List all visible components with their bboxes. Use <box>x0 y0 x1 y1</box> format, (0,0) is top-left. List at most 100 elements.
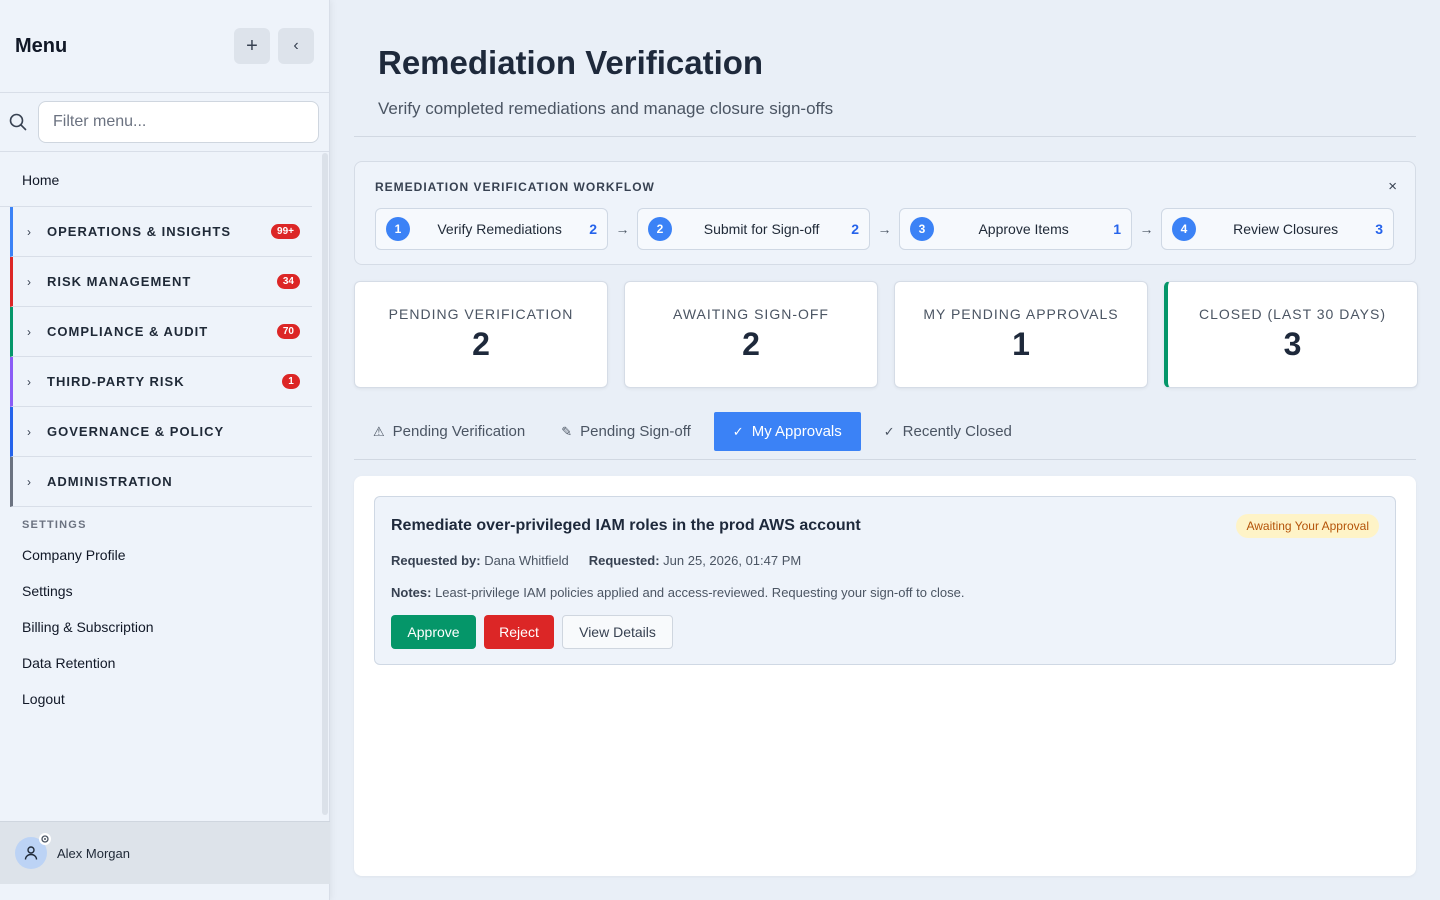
page-title: Remediation Verification <box>378 44 764 81</box>
tab-recently-closed[interactable]: ✓ Recently Closed <box>871 412 1025 451</box>
chevron-right-icon: › <box>27 324 31 339</box>
view-details-button[interactable]: View Details <box>562 615 673 649</box>
approval-notes: Notes: Least-privilege IAM policies appl… <box>391 585 965 600</box>
avatar[interactable] <box>15 833 51 869</box>
check-icon: ✓ <box>883 423 895 439</box>
workflow-step-submit[interactable]: 2 Submit for Sign-off 2 <box>637 208 870 250</box>
tab-label: My Approvals <box>751 423 842 440</box>
tab-bar: ⚠ Pending Verification ✎ Pending Sign-of… <box>354 412 1416 460</box>
sidebar-item-home[interactable]: Home <box>0 153 312 207</box>
approval-actions: Approve Reject View Details <box>391 615 673 649</box>
workflow-step-verify[interactable]: 1 Verify Remediations 2 <box>375 208 608 250</box>
tab-label: Pending Verification <box>392 423 526 440</box>
search-icon <box>8 112 28 132</box>
tab-my-approvals[interactable]: ✓ My Approvals <box>713 412 861 451</box>
warning-icon: ⚠ <box>373 423 385 439</box>
sidebar-scrollbar[interactable] <box>322 153 328 815</box>
requested-by-value: Dana Whitfield <box>484 553 569 568</box>
arrow-right-icon: → <box>877 221 892 237</box>
user-profile[interactable]: Alex Morgan <box>0 821 330 884</box>
workflow-title: REMEDIATION VERIFICATION WORKFLOW <box>375 180 655 194</box>
count-badge: 70 <box>276 324 300 339</box>
chevron-right-icon: › <box>27 424 31 439</box>
requested-by: Requested by: Dana Whitfield <box>391 553 569 568</box>
stat-value: 2 <box>742 326 760 362</box>
tab-label: Recently Closed <box>902 423 1012 440</box>
requested-date-label: Requested: <box>588 553 660 568</box>
notes-label: Notes: <box>391 585 432 600</box>
tab-pending-signoff[interactable]: ✎ Pending Sign-off <box>548 412 704 451</box>
step-count: 3 <box>1375 221 1383 237</box>
requested-date: Requested: Jun 25, 2026, 01:47 PM <box>589 553 801 568</box>
filter-menu-input[interactable] <box>38 101 319 143</box>
requested-by-label: Requested by: <box>391 553 481 568</box>
arrow-right-icon: → <box>1139 221 1154 237</box>
stat-label: MY PENDING APPROVALS <box>923 306 1119 322</box>
sidebar-item-company-profile[interactable]: Company Profile <box>0 537 330 573</box>
step-label: Approve Items <box>978 221 1069 237</box>
main-content: Remediation Verification Verify complete… <box>354 0 1418 900</box>
step-count: 2 <box>851 221 859 237</box>
stats-row: PENDING VERIFICATION 2 AWAITING SIGN-OFF… <box>354 281 1418 388</box>
chevron-left-icon: ‹ <box>293 37 299 54</box>
collapse-sidebar-button[interactable]: ‹ <box>278 28 314 64</box>
approval-card: Remediate over-privileged IAM roles in t… <box>374 496 1396 665</box>
filter-bar <box>0 93 329 152</box>
sidebar-item-logout[interactable]: Logout <box>0 681 330 717</box>
divider <box>354 136 1416 137</box>
chevron-right-icon: › <box>27 274 31 289</box>
sidebar: Menu + ‹ Home › OPERATIONS & INSIGHTS 99… <box>0 0 330 900</box>
arrow-right-icon: → <box>615 221 630 237</box>
plus-icon: + <box>246 34 258 57</box>
stat-value: 3 <box>1283 326 1302 362</box>
workflow-steps: 1 Verify Remediations 2 → 2 Submit for S… <box>375 208 1394 250</box>
sidebar-group-third-party-risk[interactable]: › THIRD-PARTY RISK 1 <box>10 357 312 407</box>
step-number: 1 <box>386 217 410 241</box>
pen-icon: ✎ <box>561 423 573 439</box>
sidebar-item-data-retention[interactable]: Data Retention <box>0 645 330 681</box>
page-subtitle: Verify completed remediations and manage… <box>378 99 834 118</box>
user-icon <box>24 846 38 860</box>
chevron-right-icon: › <box>27 224 31 239</box>
sidebar-group-compliance-audit[interactable]: › COMPLIANCE & AUDIT 70 <box>10 307 312 357</box>
sidebar-group-risk-management[interactable]: › RISK MANAGEMENT 34 <box>10 257 312 307</box>
notes-value: Least-privilege IAM policies applied and… <box>435 585 965 600</box>
step-label: Review Closures <box>1233 221 1339 237</box>
workflow-step-approve[interactable]: 3 Approve Items 1 <box>899 208 1132 250</box>
stat-value: 2 <box>472 326 490 362</box>
reject-button[interactable]: Reject <box>484 615 554 649</box>
step-count: 2 <box>589 221 597 237</box>
sidebar-group-label: GOVERNANCE & POLICY <box>47 424 225 439</box>
step-label: Verify Remediations <box>437 221 562 237</box>
step-number: 3 <box>910 217 934 241</box>
close-icon[interactable]: × <box>1388 178 1397 195</box>
chevron-right-icon: › <box>27 374 31 389</box>
sidebar-item-settings[interactable]: Settings <box>0 573 330 609</box>
sidebar-header: Menu + ‹ <box>0 0 329 93</box>
stat-card-closed: CLOSED (LAST 30 DAYS) 3 <box>1164 281 1418 388</box>
sidebar-nav: Home › OPERATIONS & INSIGHTS 99+ › RISK … <box>0 153 330 821</box>
step-number: 2 <box>648 217 672 241</box>
sidebar-item-billing[interactable]: Billing & Subscription <box>0 609 330 645</box>
approve-button[interactable]: Approve <box>391 615 476 649</box>
sidebar-group-operations-insights[interactable]: › OPERATIONS & INSIGHTS 99+ <box>10 207 312 257</box>
sidebar-group-administration[interactable]: › ADMINISTRATION <box>10 457 312 507</box>
step-count: 1 <box>1113 221 1121 237</box>
workflow-panel: REMEDIATION VERIFICATION WORKFLOW × 1 Ve… <box>354 161 1416 265</box>
requested-date-value: Jun 25, 2026, 01:47 PM <box>663 553 802 568</box>
chevron-right-icon: › <box>27 474 31 489</box>
workflow-step-review[interactable]: 4 Review Closures 3 <box>1161 208 1394 250</box>
gear-icon <box>39 833 51 845</box>
sidebar-title: Menu <box>15 34 68 57</box>
count-badge: 99+ <box>271 224 300 239</box>
sidebar-group-governance-policy[interactable]: › GOVERNANCE & POLICY <box>10 407 312 457</box>
stat-card-awaiting-signoff: AWAITING SIGN-OFF 2 <box>624 281 878 388</box>
sidebar-group-label: OPERATIONS & INSIGHTS <box>47 224 231 239</box>
step-label: Submit for Sign-off <box>703 221 820 237</box>
tab-pending-verification[interactable]: ⚠ Pending Verification <box>360 412 538 451</box>
status-badge: Awaiting Your Approval <box>1236 514 1379 538</box>
count-badge: 34 <box>276 274 300 289</box>
sidebar-group-label: RISK MANAGEMENT <box>47 274 192 289</box>
add-button[interactable]: + <box>234 28 270 64</box>
approval-title: Remediate over-privileged IAM roles in t… <box>391 517 861 534</box>
